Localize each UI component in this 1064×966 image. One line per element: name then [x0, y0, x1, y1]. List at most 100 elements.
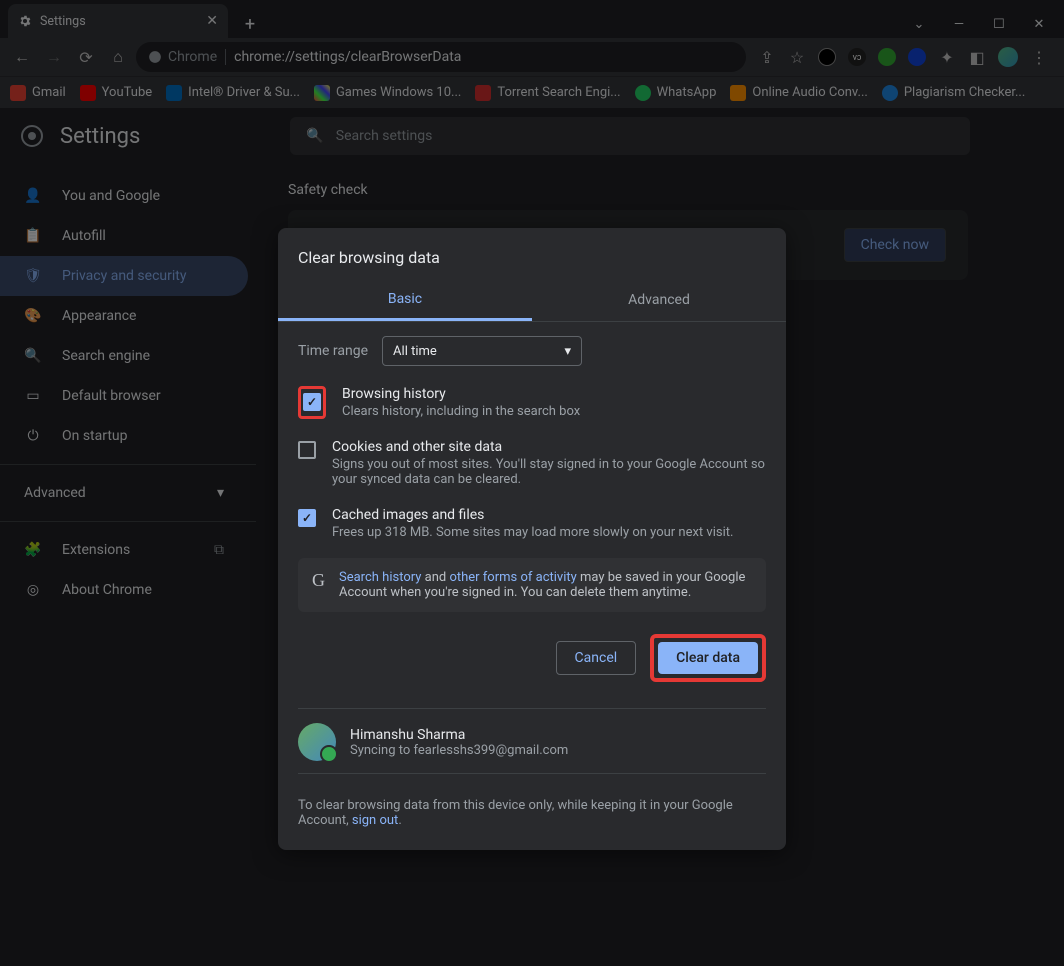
option-cookies: Cookies and other site data Signs you ou… [278, 429, 786, 497]
clipboard-icon: 📋 [24, 228, 42, 244]
account-sync-status: Syncing to fearlesshs399@gmail.com [350, 743, 568, 758]
sidebar-item-default-browser[interactable]: ▭Default browser [0, 376, 248, 416]
browser-toolbar: ← → ⟳ ⌂ Chrome chrome://settings/clearBr… [0, 38, 1064, 76]
back-button[interactable]: ← [8, 43, 36, 71]
bookmark-games[interactable]: Games Windows 10... [314, 85, 461, 101]
option-label: Cached images and files [332, 507, 733, 523]
search-icon: 🔍 [24, 348, 42, 364]
option-label: Browsing history [342, 386, 580, 402]
maximize-button[interactable]: ☐ [990, 17, 1008, 32]
bookmark-intel[interactable]: Intel® Driver & Su... [166, 85, 300, 101]
home-button[interactable]: ⌂ [104, 43, 132, 71]
bookmark-plagiarism[interactable]: Plagiarism Checker... [882, 85, 1025, 101]
option-cache: Cached images and files Frees up 318 MB.… [278, 497, 786, 550]
dialog-title: Clear browsing data [278, 228, 786, 279]
browser-icon: ▭ [24, 388, 42, 404]
sidebar-item-extensions[interactable]: 🧩Extensions⧉ [0, 530, 248, 570]
account-row: Himanshu Sharma Syncing to fearlesshs399… [278, 723, 786, 769]
new-tab-button[interactable]: + [236, 10, 264, 38]
option-browsing-history: Browsing history Clears history, includi… [278, 376, 786, 429]
bookmark-star-icon[interactable]: ☆ [788, 48, 806, 66]
bookmark-whatsapp[interactable]: WhatsApp [635, 85, 717, 101]
google-g-icon: G [312, 570, 325, 600]
sidebar-item-you-and-google[interactable]: 👤You and Google [0, 176, 248, 216]
cancel-button[interactable]: Cancel [556, 641, 637, 675]
option-sublabel: Clears history, including in the search … [342, 404, 580, 419]
checkbox-cookies[interactable] [298, 441, 316, 459]
sign-out-link[interactable]: sign out [352, 813, 398, 828]
extensions-icon[interactable]: ✦ [938, 48, 956, 66]
tab-advanced[interactable]: Advanced [532, 279, 786, 321]
forward-button[interactable]: → [40, 43, 68, 71]
dialog-tabs: Basic Advanced [278, 279, 786, 322]
chevron-down-icon: ▾ [565, 344, 572, 359]
settings-header: Settings 🔍 Search settings [0, 108, 1064, 164]
sidebar-item-advanced[interactable]: Advanced▾ [0, 473, 248, 513]
other-activity-link[interactable]: other forms of activity [449, 570, 576, 585]
checkbox-cache[interactable] [298, 509, 316, 527]
sidebar-item-about[interactable]: ◎About Chrome [0, 570, 248, 610]
puzzle-icon: 🧩 [24, 542, 42, 558]
dialog-footnote: To clear browsing data from this device … [278, 788, 786, 850]
check-now-button[interactable]: Check now [844, 228, 946, 262]
external-link-icon: ⧉ [214, 542, 224, 558]
browser-tab[interactable]: Settings ✕ [8, 4, 228, 38]
minimize-button[interactable]: — [950, 17, 968, 32]
search-icon: 🔍 [306, 128, 323, 144]
account-name: Himanshu Sharma [350, 727, 568, 743]
bookmark-torrent[interactable]: Torrent Search Engi... [475, 85, 620, 101]
chrome-icon: ◎ [24, 582, 42, 598]
time-range-label: Time range [298, 343, 368, 359]
extension-icon-4[interactable] [908, 48, 926, 66]
url-text: chrome://settings/clearBrowserData [234, 49, 461, 65]
bookmark-audio[interactable]: Online Audio Conv... [730, 85, 867, 101]
extension-icon-3[interactable] [878, 48, 896, 66]
power-icon: ⏻ [24, 428, 42, 444]
time-range-select[interactable]: All time ▾ [382, 336, 582, 366]
shield-icon: 🛡 [24, 268, 42, 284]
avatar [298, 723, 336, 761]
bookmark-youtube[interactable]: YouTube [80, 85, 153, 101]
sidebar-item-autofill[interactable]: 📋Autofill [0, 216, 248, 256]
sidebar-item-search-engine[interactable]: 🔍Search engine [0, 336, 248, 376]
bookmark-gmail[interactable]: Gmail [10, 85, 66, 101]
close-window-button[interactable]: ✕ [1030, 17, 1048, 32]
info-banner: G Search history and other forms of acti… [298, 558, 766, 612]
option-sublabel: Frees up 318 MB. Some sites may load mor… [332, 525, 733, 540]
option-label: Cookies and other site data [332, 439, 766, 455]
profile-avatar-icon[interactable] [998, 47, 1018, 67]
person-icon: 👤 [24, 188, 42, 204]
search-settings-input[interactable]: 🔍 Search settings [290, 117, 970, 155]
side-panel-icon[interactable]: ◧ [968, 48, 986, 66]
highlight-red-box: Clear data [650, 634, 766, 682]
sidebar-item-privacy-security[interactable]: 🛡Privacy and security [0, 256, 248, 296]
extension-icon-2[interactable]: vɔ [848, 48, 866, 66]
site-chip: Chrome [148, 49, 217, 65]
browser-titlebar: Settings ✕ + ⌄ — ☐ ✕ [0, 0, 1064, 38]
window-controls: ⌄ — ☐ ✕ [910, 17, 1064, 38]
tab-basic[interactable]: Basic [278, 279, 532, 321]
sidebar-item-on-startup[interactable]: ⏻On startup [0, 416, 248, 456]
bookmarks-bar: Gmail YouTube Intel® Driver & Su... Game… [0, 76, 1064, 108]
toolbar-right: ⇪ ☆ vɔ ✦ ◧ ⋮ [750, 47, 1056, 67]
chrome-icon [148, 50, 162, 64]
tab-title: Settings [40, 14, 86, 29]
highlight-red-box [298, 386, 326, 419]
share-icon[interactable]: ⇪ [758, 48, 776, 66]
clear-browsing-data-dialog: Clear browsing data Basic Advanced Time … [278, 228, 786, 850]
sidebar-item-appearance[interactable]: 🎨Appearance [0, 296, 248, 336]
close-tab-icon[interactable]: ✕ [206, 13, 218, 29]
settings-sidebar: 👤You and Google 📋Autofill 🛡Privacy and s… [0, 164, 256, 966]
option-sublabel: Signs you out of most sites. You'll stay… [332, 457, 766, 487]
dialog-actions: Cancel Clear data [278, 612, 786, 704]
extension-icon-1[interactable] [818, 48, 836, 66]
address-bar[interactable]: Chrome chrome://settings/clearBrowserDat… [136, 42, 746, 72]
search-history-link[interactable]: Search history [339, 570, 421, 585]
checkbox-browsing-history[interactable] [303, 393, 321, 411]
menu-icon[interactable]: ⋮ [1030, 48, 1048, 66]
time-range-row: Time range All time ▾ [278, 322, 786, 376]
clear-data-button[interactable]: Clear data [658, 642, 758, 674]
tab-search-icon[interactable]: ⌄ [910, 17, 928, 32]
reload-button[interactable]: ⟳ [72, 43, 100, 71]
gear-icon [18, 14, 32, 28]
